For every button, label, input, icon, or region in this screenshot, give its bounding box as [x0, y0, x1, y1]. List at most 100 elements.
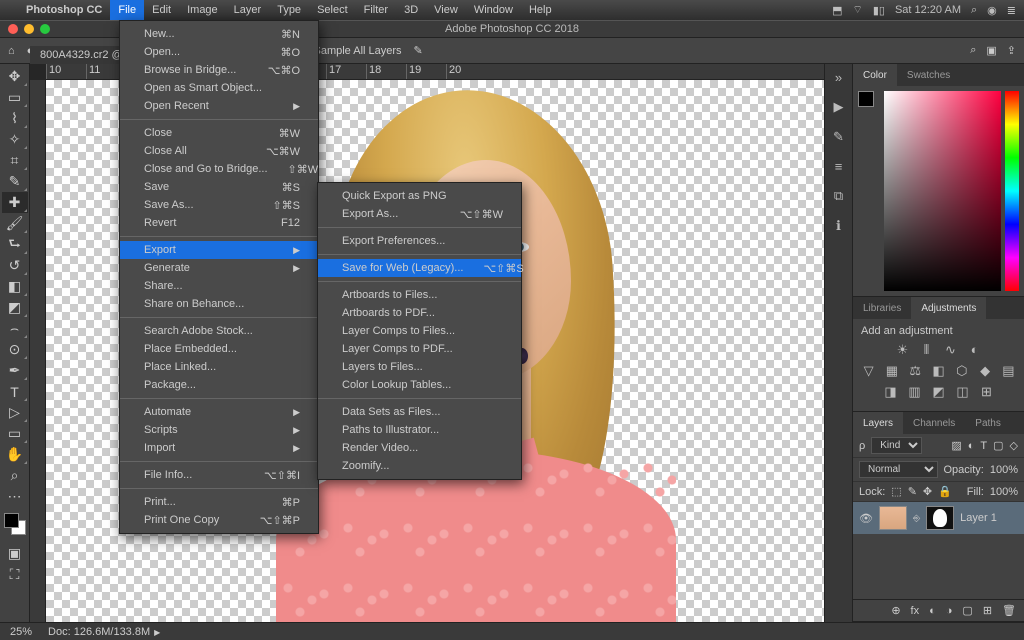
type-tool[interactable]: T: [2, 381, 28, 402]
blur-tool[interactable]: ⌢: [2, 318, 28, 339]
menubar-window[interactable]: Window: [466, 0, 521, 20]
pen-tool[interactable]: ✒: [2, 360, 28, 381]
exposure-icon[interactable]: ◐: [967, 342, 983, 358]
filter-shape-icon[interactable]: ▢: [993, 439, 1003, 452]
lock-all-icon[interactable]: ⬚: [891, 485, 901, 498]
move-tool[interactable]: ✥: [2, 66, 28, 87]
menubar-image[interactable]: Image: [179, 0, 226, 20]
file-menu-file-info[interactable]: File Info...⌥⇧⌘I: [120, 466, 318, 484]
zoom-tool[interactable]: ⌕: [2, 465, 28, 486]
file-menu-close-and-go-to-bridge[interactable]: Close and Go to Bridge...⇧⌘W: [120, 160, 318, 178]
hand-tool[interactable]: ✋: [2, 444, 28, 465]
invert-icon[interactable]: ◨: [883, 384, 899, 400]
export-menu-layers-to-files[interactable]: Layers to Files...: [318, 358, 521, 376]
levels-icon[interactable]: ⫴: [919, 342, 935, 358]
close-window-button[interactable]: [8, 24, 18, 34]
share-icon[interactable]: ⇪: [1007, 44, 1016, 57]
export-menu-paths-to-illustrator[interactable]: Paths to Illustrator...: [318, 421, 521, 439]
link-layers-icon[interactable]: ⊕: [891, 604, 900, 617]
eraser-tool[interactable]: ◧: [2, 276, 28, 297]
file-menu-share[interactable]: Share...: [120, 277, 318, 295]
new-layer-icon[interactable]: ⊞: [983, 604, 992, 617]
color-swatch-tool[interactable]: [4, 513, 26, 535]
file-menu-generate[interactable]: Generate▶: [120, 259, 318, 277]
notification-icon[interactable]: ≣: [1007, 4, 1016, 17]
expand-panels-icon[interactable]: »: [835, 70, 842, 85]
file-menu-place-linked[interactable]: Place Linked...: [120, 358, 318, 376]
adjust-tab-adjustments[interactable]: Adjustments: [911, 297, 986, 319]
blend-mode-select[interactable]: Normal: [859, 461, 938, 478]
hue-slider[interactable]: [1005, 91, 1019, 291]
lock-position-icon[interactable]: ✥: [923, 485, 932, 498]
layers-tab-layers[interactable]: Layers: [853, 412, 903, 434]
export-menu-save-for-web-legacy[interactable]: Save for Web (Legacy)...⌥⇧⌘S: [318, 259, 521, 277]
crop-tool[interactable]: ⌗: [2, 150, 28, 171]
file-menu-browse-in-bridge[interactable]: Browse in Bridge...⌥⌘O: [120, 61, 318, 79]
file-menu-import[interactable]: Import▶: [120, 439, 318, 457]
photo-filter-icon[interactable]: ⬡: [954, 363, 969, 379]
file-menu-new[interactable]: New...⌘N: [120, 25, 318, 43]
lock-pixels-icon[interactable]: ✎: [908, 485, 917, 498]
colorbalance-icon[interactable]: ⚖: [908, 363, 923, 379]
posterize-icon[interactable]: ▥: [907, 384, 923, 400]
shape-tool[interactable]: ▭: [2, 423, 28, 444]
visibility-icon[interactable]: 👁: [859, 512, 873, 525]
document-tab[interactable]: 800A4329.cr2 @ 25%: [30, 46, 120, 64]
file-menu-open-recent[interactable]: Open Recent▶: [120, 97, 318, 115]
bw-icon[interactable]: ◧: [931, 363, 946, 379]
layers-tab-channels[interactable]: Channels: [903, 412, 965, 434]
menubar-file[interactable]: File: [110, 0, 144, 20]
file-menu-revert[interactable]: RevertF12: [120, 214, 318, 232]
edit-toolbar[interactable]: ⋯: [2, 486, 28, 507]
eyedropper-tool[interactable]: ✎: [2, 171, 28, 192]
marquee-tool[interactable]: ▭: [2, 87, 28, 108]
foreground-background-swatch[interactable]: [858, 91, 880, 113]
menubar-view[interactable]: View: [426, 0, 466, 20]
home-icon[interactable]: ⌂: [8, 45, 15, 57]
filter-type-icon[interactable]: T: [980, 440, 987, 452]
export-menu-quick-export-as-png[interactable]: Quick Export as PNG: [318, 187, 521, 205]
doc-size[interactable]: Doc: 126.6M/133.8M▶: [48, 626, 160, 638]
new-group-icon[interactable]: ▢: [962, 604, 972, 617]
layer-thumbnail[interactable]: [879, 506, 907, 530]
gradient-tool[interactable]: ◩: [2, 297, 28, 318]
path-select-tool[interactable]: ▷: [2, 402, 28, 423]
menubar-type[interactable]: Type: [269, 0, 309, 20]
dodge-tool[interactable]: ⊙: [2, 339, 28, 360]
menubar-3d[interactable]: 3D: [396, 0, 426, 20]
layer-fx-icon[interactable]: fx: [911, 605, 920, 617]
quick-select-tool[interactable]: ✧: [2, 129, 28, 150]
dropbox-icon[interactable]: ⬒: [832, 4, 842, 17]
gradientmap-icon[interactable]: ◫: [955, 384, 971, 400]
zoom-level[interactable]: 25%: [10, 626, 32, 638]
new-adjust-icon[interactable]: ◑: [946, 605, 953, 617]
menubar-layer[interactable]: Layer: [226, 0, 270, 20]
file-menu-print[interactable]: Print...⌘P: [120, 493, 318, 511]
zoom-window-button[interactable]: [40, 24, 50, 34]
menubar-edit[interactable]: Edit: [144, 0, 179, 20]
delete-layer-icon[interactable]: 🗑: [1002, 604, 1016, 617]
screenmode-tool[interactable]: ⛶: [2, 564, 28, 585]
export-menu-export-as[interactable]: Export As...⌥⇧⌘W: [318, 205, 521, 223]
file-menu-share-on-behance[interactable]: Share on Behance...: [120, 295, 318, 313]
lock-icon[interactable]: 🔒: [938, 485, 952, 498]
file-menu-search-adobe-stock[interactable]: Search Adobe Stock...: [120, 322, 318, 340]
clone-panel-icon[interactable]: ⧉: [834, 188, 843, 204]
file-menu-automate[interactable]: Automate▶: [120, 403, 318, 421]
threshold-icon[interactable]: ◩: [931, 384, 947, 400]
color-tab-swatches[interactable]: Swatches: [897, 64, 960, 86]
wifi-icon[interactable]: ⌔: [853, 3, 863, 17]
pressure-icon[interactable]: ✎: [414, 44, 423, 57]
opacity-value[interactable]: 100%: [990, 464, 1018, 476]
hue-icon[interactable]: ▦: [884, 363, 899, 379]
color-tab-color[interactable]: Color: [853, 64, 897, 86]
info-panel-icon[interactable]: ℹ: [836, 218, 841, 234]
mask-link-icon[interactable]: ⎆: [913, 513, 920, 524]
history-brush-tool[interactable]: ↺: [2, 255, 28, 276]
selective-icon[interactable]: ⊞: [979, 384, 995, 400]
color-field[interactable]: [884, 91, 1001, 291]
fill-value[interactable]: 100%: [990, 486, 1018, 498]
minimize-window-button[interactable]: [24, 24, 34, 34]
brush-tool[interactable]: 🖌: [2, 213, 28, 234]
mask-thumbnail[interactable]: [926, 506, 954, 530]
